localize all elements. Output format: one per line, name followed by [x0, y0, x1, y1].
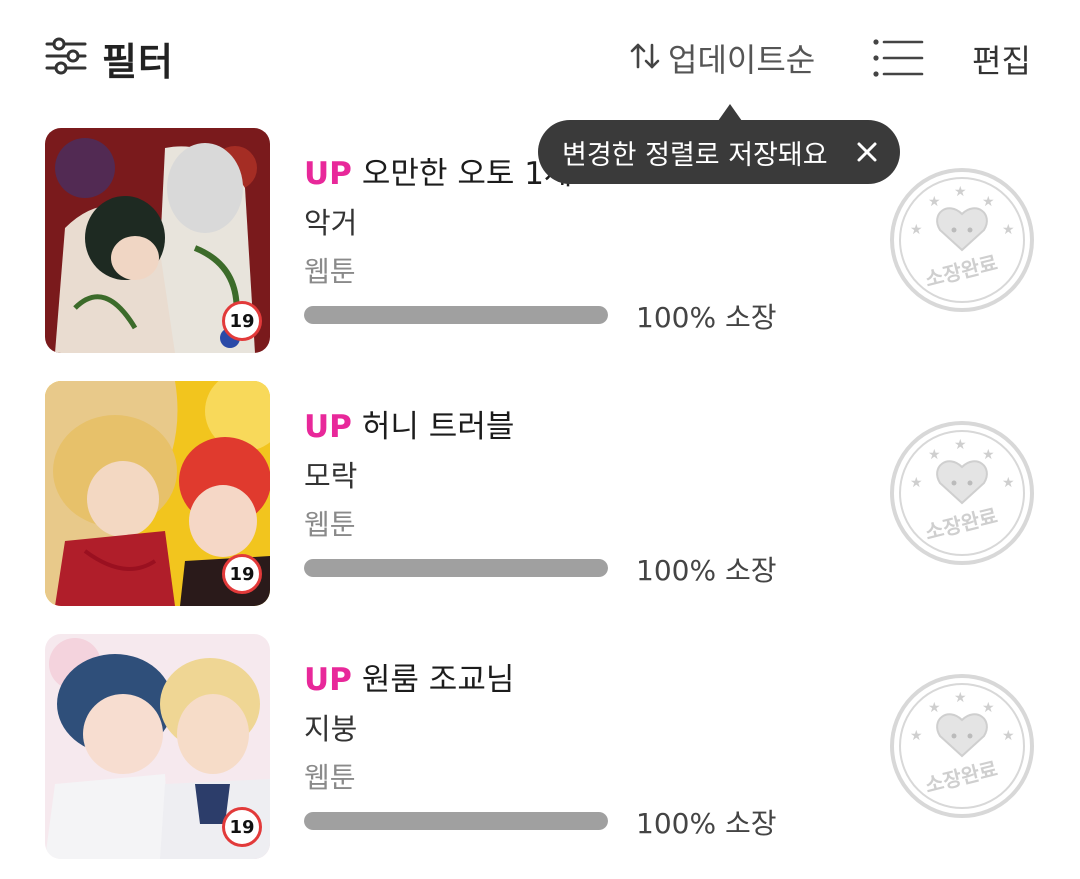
svg-text:★: ★	[1002, 475, 1015, 491]
svg-text:★: ★	[954, 690, 967, 706]
age-rating-badge: 19	[222, 554, 262, 594]
cover-thumbnail[interactable]: 19	[45, 634, 270, 859]
edit-button[interactable]: 편집	[972, 36, 1031, 82]
svg-text:★: ★	[954, 437, 967, 453]
category-label: 웹툰	[304, 255, 356, 288]
up-badge: UP	[304, 662, 352, 698]
cover-thumbnail[interactable]: 19	[45, 381, 270, 606]
top-bar: 필터 업데이트순 편집	[0, 0, 1080, 115]
progress-fill	[304, 306, 608, 324]
up-badge: UP	[304, 409, 352, 445]
sort-arrows-icon	[628, 39, 662, 77]
stamp-text: 소장완료	[923, 251, 1000, 292]
author-name: 모락	[304, 459, 358, 493]
list-item[interactable]: 19 UP 허니 트러블 모락 웹툰 100% 소장 ★ ★ ★ ★ ★ 소장완료	[0, 381, 1080, 609]
ownership-progress-bar	[304, 559, 608, 577]
item-title[interactable]: UP 허니 트러블	[304, 401, 514, 446]
progress-fill	[304, 559, 608, 577]
cover-thumbnail[interactable]: 19	[45, 128, 270, 353]
progress-text: 100% 소장	[636, 301, 777, 334]
svg-text:★: ★	[982, 447, 995, 463]
svg-text:★: ★	[910, 728, 923, 744]
filter-button[interactable]: 필터	[44, 34, 174, 84]
svg-text:★: ★	[954, 184, 967, 200]
sort-label: 업데이트순	[668, 41, 816, 79]
title-text: 허니 트러블	[361, 409, 515, 445]
list-view-icon[interactable]	[872, 38, 924, 78]
sort-saved-tooltip: 변경한 정렬로 저장돼요	[538, 120, 900, 184]
close-icon[interactable]	[852, 137, 882, 167]
svg-text:★: ★	[928, 194, 941, 210]
progress-text: 100% 소장	[636, 554, 777, 587]
age-rating-badge: 19	[222, 807, 262, 847]
progress-fill	[304, 812, 608, 830]
owned-complete-stamp: ★ ★ ★ ★ ★ 소장완료	[888, 672, 1036, 820]
svg-text:★: ★	[1002, 222, 1015, 238]
category-label: 웹툰	[304, 761, 356, 794]
stamp-text: 소장완료	[923, 757, 1000, 798]
svg-text:★: ★	[910, 475, 923, 491]
ownership-progress-bar	[304, 812, 608, 830]
title-text: 원룸 조교님	[361, 662, 515, 698]
svg-text:★: ★	[928, 700, 941, 716]
list-item[interactable]: 19 UP 원룸 조교님 지붕 웹툰 100% 소장 ★ ★ ★ ★ ★ 소장완료	[0, 634, 1080, 862]
owned-complete-stamp: ★ ★ ★ ★ ★ 소장완료	[888, 166, 1036, 314]
filter-sliders-icon	[44, 34, 88, 82]
ownership-progress-bar	[304, 306, 608, 324]
filter-label: 필터	[102, 39, 174, 84]
author-name: 지붕	[304, 712, 358, 746]
svg-text:★: ★	[982, 700, 995, 716]
owned-complete-stamp: ★ ★ ★ ★ ★ 소장완료	[888, 419, 1036, 567]
item-title[interactable]: UP 원룸 조교님	[304, 654, 514, 699]
age-rating-badge: 19	[222, 301, 262, 341]
progress-text: 100% 소장	[636, 807, 777, 840]
tooltip-text: 변경한 정렬로 저장돼요	[562, 139, 828, 171]
sort-button[interactable]: 업데이트순	[628, 36, 815, 80]
up-badge: UP	[304, 156, 352, 192]
item-title[interactable]: UP 오만한 오토 1세	[304, 148, 572, 193]
author-name: 악거	[304, 206, 358, 240]
category-label: 웹툰	[304, 508, 356, 541]
svg-text:★: ★	[1002, 728, 1015, 744]
svg-text:★: ★	[928, 447, 941, 463]
svg-text:★: ★	[982, 194, 995, 210]
tooltip-arrow	[718, 104, 742, 121]
stamp-text: 소장완료	[923, 504, 1000, 545]
svg-text:★: ★	[910, 222, 923, 238]
